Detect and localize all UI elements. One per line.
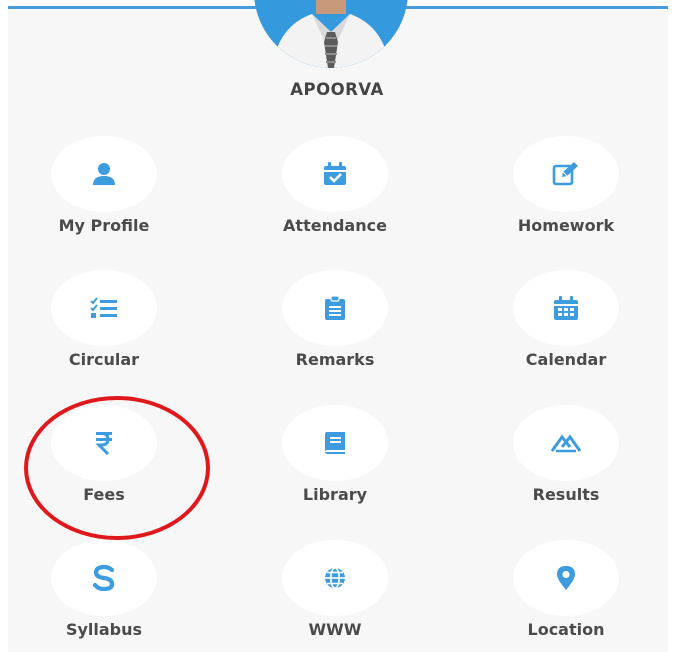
- results-icon-bubble[interactable]: [513, 405, 619, 481]
- results-icon: [550, 434, 582, 453]
- calendar-check-icon: [324, 162, 346, 185]
- calendar-grid-icon: [554, 296, 578, 320]
- menu-library[interactable]: Library: [255, 405, 415, 525]
- edit-icon: [552, 162, 578, 186]
- menu-location[interactable]: Location: [486, 540, 646, 660]
- library-icon-bubble[interactable]: [282, 405, 388, 481]
- attendance-icon-bubble[interactable]: [282, 136, 388, 212]
- syllabus-icon-bubble[interactable]: [51, 540, 157, 616]
- www-icon-bubble[interactable]: [282, 540, 388, 616]
- menu-circular[interactable]: Circular: [24, 270, 184, 390]
- menu-www[interactable]: WWW: [255, 540, 415, 660]
- menu-results[interactable]: Results: [486, 405, 646, 525]
- menu-label: Attendance: [283, 216, 387, 235]
- fees-icon-bubble[interactable]: [51, 405, 157, 481]
- menu-syllabus[interactable]: Syllabus: [24, 540, 184, 660]
- calendar-icon-bubble[interactable]: [513, 270, 619, 346]
- menu-label: Fees: [83, 485, 125, 504]
- menu-homework[interactable]: Homework: [486, 136, 646, 256]
- clipboard-icon: [325, 296, 345, 320]
- menu-label: Results: [532, 485, 600, 504]
- user-icon: [93, 163, 115, 185]
- checklist-icon: [90, 297, 117, 318]
- menu-remarks[interactable]: Remarks: [255, 270, 415, 390]
- remarks-icon-bubble[interactable]: [282, 270, 388, 346]
- location-icon-bubble[interactable]: [513, 540, 619, 616]
- menu-calendar[interactable]: Calendar: [486, 270, 646, 390]
- globe-icon: [325, 567, 345, 589]
- book-icon: [325, 432, 345, 454]
- menu-label: Circular: [68, 350, 140, 369]
- menu-label: Syllabus: [65, 620, 143, 639]
- s-icon: [93, 565, 115, 591]
- menu-attendance[interactable]: Attendance: [255, 136, 415, 256]
- rupee-icon: [95, 432, 112, 455]
- menu-label: Homework: [517, 216, 615, 235]
- menu-my-profile[interactable]: My Profile: [24, 136, 184, 256]
- student-name: APOORVA: [290, 80, 384, 99]
- menu-label: My Profile: [58, 216, 150, 235]
- my-profile-icon-bubble[interactable]: [51, 136, 157, 212]
- location-pin-icon: [557, 566, 575, 590]
- homework-icon-bubble[interactable]: [513, 136, 619, 212]
- menu-label: WWW: [308, 620, 362, 639]
- menu-label: Calendar: [525, 350, 607, 369]
- menu-label: Library: [302, 485, 368, 504]
- menu-fees[interactable]: Fees: [24, 405, 184, 525]
- menu-label: Location: [527, 620, 605, 639]
- circular-icon-bubble[interactable]: [51, 270, 157, 346]
- menu-label: Remarks: [295, 350, 375, 369]
